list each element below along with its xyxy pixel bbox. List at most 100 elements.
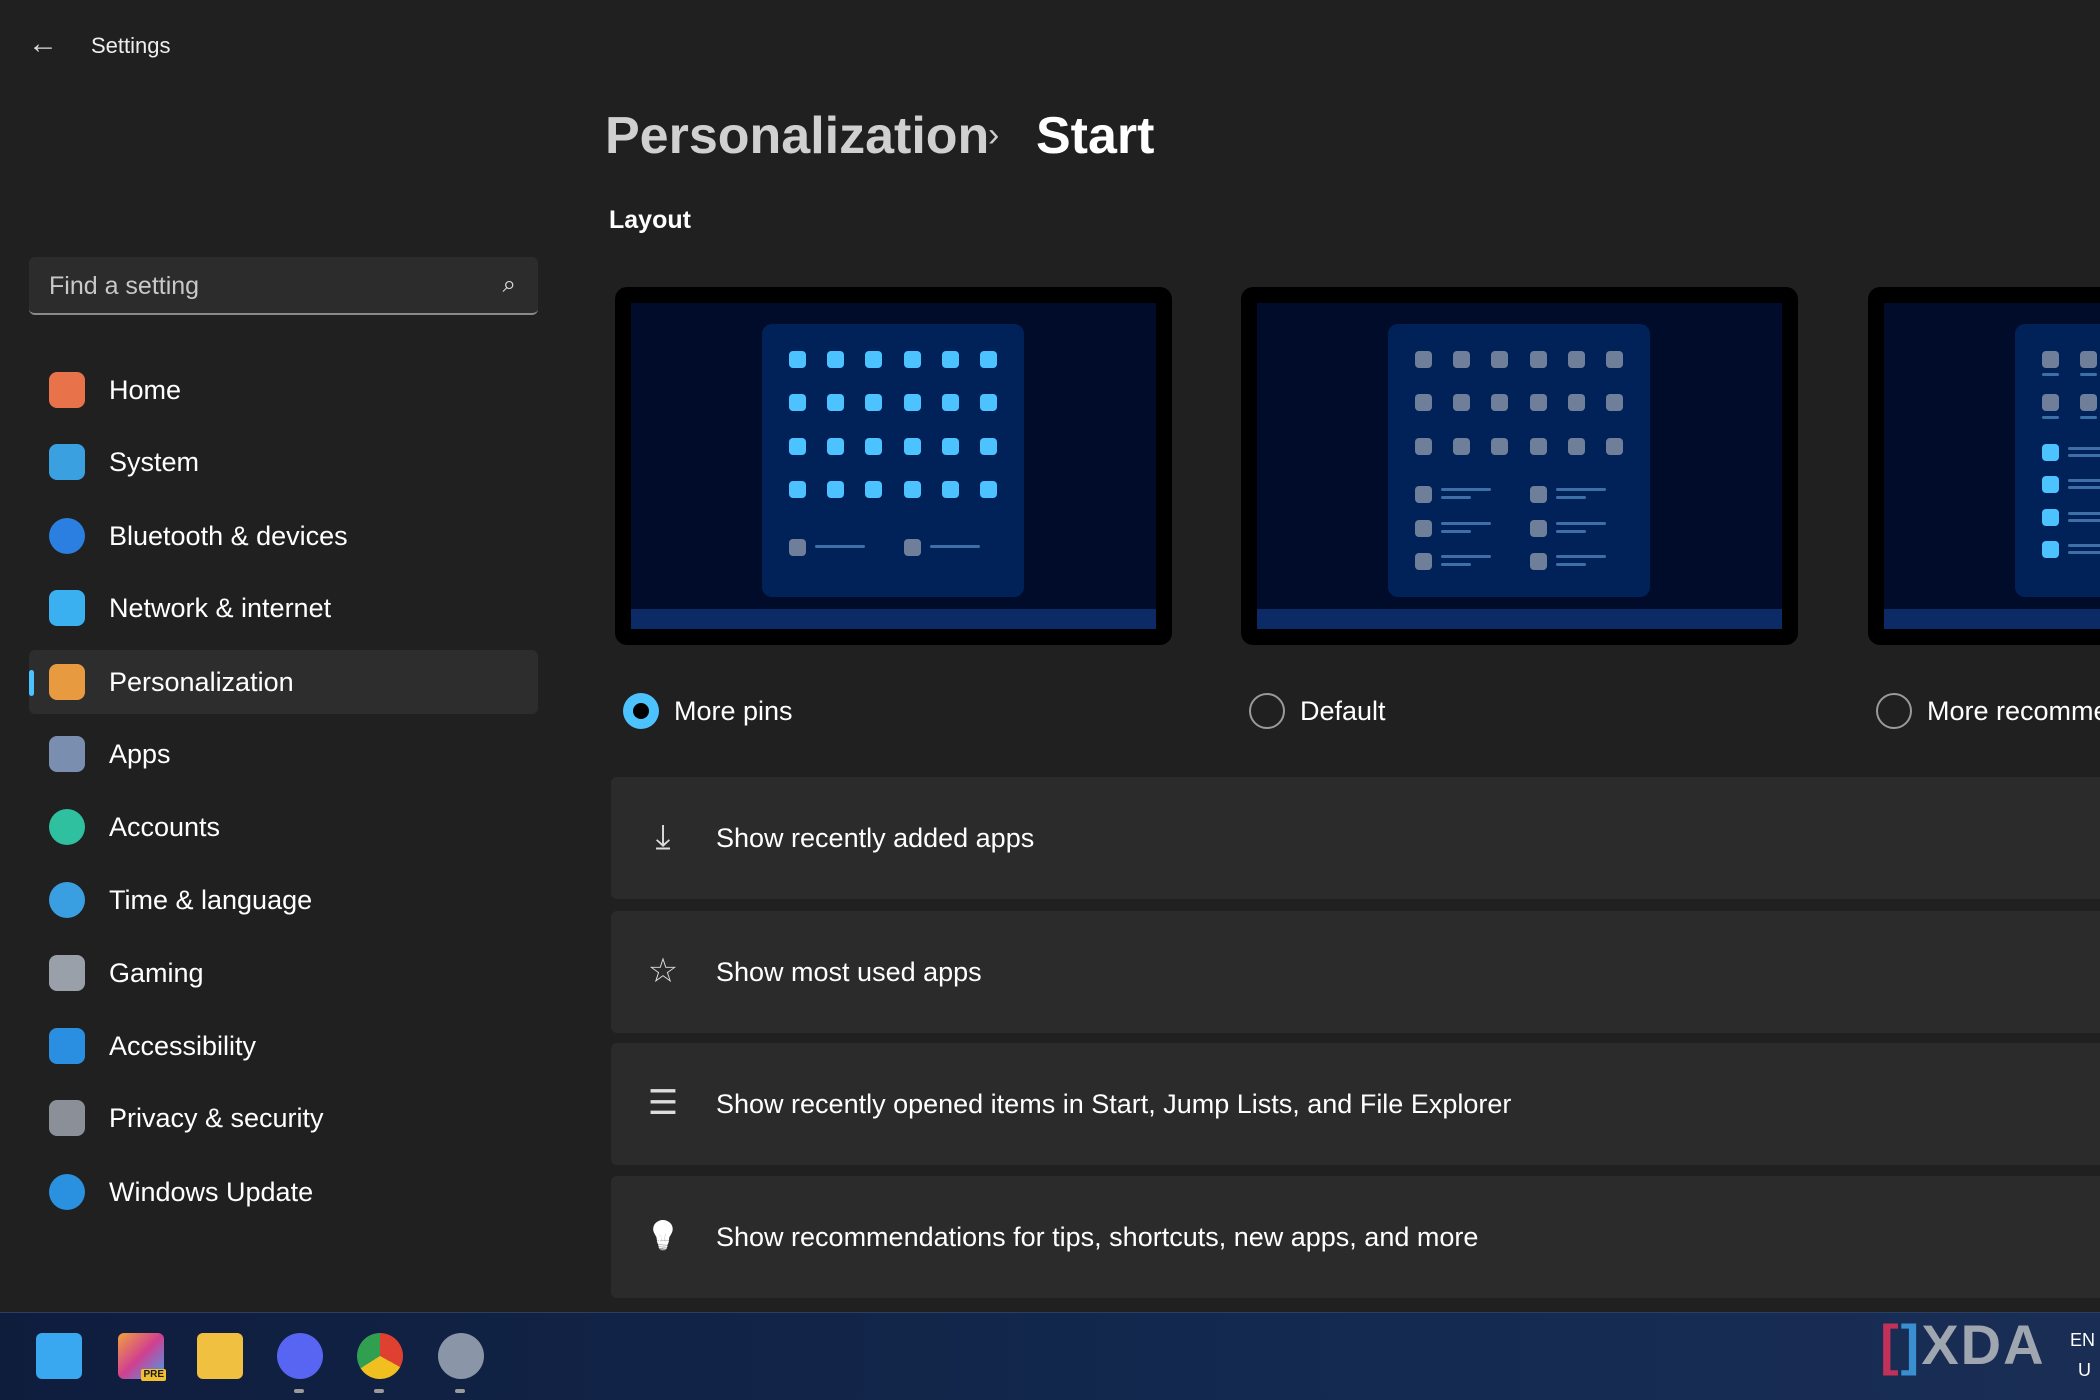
- sidebar-item-apps[interactable]: Apps: [29, 722, 538, 786]
- preview-tile: [865, 481, 882, 498]
- globe-clock-icon: [49, 882, 85, 918]
- sidebar-item-accessibility[interactable]: Accessibility: [29, 1014, 538, 1078]
- sidebar-item-gaming[interactable]: Gaming: [29, 941, 538, 1005]
- preview-tile: [789, 351, 806, 368]
- taskbar-copilot[interactable]: PRE: [118, 1333, 166, 1381]
- monitor-icon: [49, 444, 85, 480]
- search-input[interactable]: Find a setting ⌕: [29, 257, 538, 315]
- preview-line: [930, 545, 980, 548]
- sidebar-item-windows-update[interactable]: Windows Update: [29, 1160, 538, 1224]
- layout-preview-more-recommendations[interactable]: [1868, 287, 2100, 645]
- preview-tile: [789, 481, 806, 498]
- preview-tile: [789, 394, 806, 411]
- preview-line: [1441, 563, 1471, 566]
- preview-line: [2068, 551, 2100, 554]
- radio-label[interactable]: Default: [1300, 696, 1386, 727]
- taskbar-chrome[interactable]: [357, 1333, 403, 1393]
- accessibility-icon: [49, 1028, 85, 1064]
- radio-more-pins[interactable]: [623, 693, 659, 729]
- sidebar-item-time-language[interactable]: Time & language: [29, 868, 538, 932]
- radio-label[interactable]: More pins: [674, 696, 793, 727]
- preview-tile: [1453, 351, 1470, 368]
- brush-icon: [49, 664, 85, 700]
- preview-tile: [1453, 394, 1470, 411]
- preview-tile: [1568, 351, 1585, 368]
- gear-icon: [438, 1333, 484, 1379]
- preview-tile: [789, 438, 806, 455]
- sidebar-item-home[interactable]: Home: [29, 358, 538, 422]
- preview-line: [2068, 447, 2100, 450]
- layout-preview-more-pins[interactable]: [615, 287, 1172, 645]
- preview-tile: [827, 351, 844, 368]
- sidebar-item-label: Network & internet: [109, 593, 332, 623]
- preview-start-panel: [762, 324, 1024, 597]
- setting-row[interactable]: ⤓ Show recently added apps: [611, 777, 2100, 899]
- list-icon: ☰: [647, 1084, 679, 1122]
- preview-tile: [1530, 486, 1547, 503]
- preview-tile: [1491, 438, 1508, 455]
- setting-row[interactable]: ☰ Show recently opened items in Start, Ju…: [611, 1043, 2100, 1165]
- radio-more-recommendations[interactable]: [1876, 693, 1912, 729]
- setting-label: Show recommendations for tips, shortcuts…: [716, 1222, 1479, 1252]
- preview-tile: [1491, 351, 1508, 368]
- taskbar-start[interactable]: [36, 1333, 82, 1379]
- preview-line: [2080, 373, 2097, 376]
- preview-tile: [2042, 541, 2059, 558]
- taskbar: PRE: [0, 1312, 2100, 1400]
- preview-line: [2068, 519, 2100, 522]
- radio-default[interactable]: [1249, 693, 1285, 729]
- taskbar-discord[interactable]: [277, 1333, 323, 1393]
- setting-row[interactable]: 💡 Show recommendations for tips, shortcut…: [611, 1176, 2100, 1298]
- preview-tile: [1606, 351, 1623, 368]
- search-placeholder: Find a setting: [49, 272, 200, 300]
- preview-tile: [2042, 509, 2059, 526]
- app-title: Settings: [91, 33, 171, 58]
- layout-preview-default[interactable]: [1241, 287, 1798, 645]
- taskbar-file-explorer[interactable]: [197, 1333, 243, 1379]
- bluetooth-icon: [49, 518, 85, 554]
- preview-line: [2068, 454, 2100, 457]
- preview-tile: [904, 438, 921, 455]
- star-icon: ☆: [647, 952, 679, 990]
- sidebar-item-label: Personalization: [109, 667, 294, 697]
- preview-tile: [1415, 438, 1432, 455]
- sidebar-item-network-internet[interactable]: Network & internet: [29, 576, 538, 640]
- page-title: Start: [1036, 107, 1155, 165]
- sidebar-item-label: Home: [109, 375, 182, 405]
- breadcrumb-parent[interactable]: Personalization: [605, 106, 989, 166]
- apps-icon: [49, 736, 85, 772]
- preview-line: [1441, 522, 1491, 525]
- preview-tile: [942, 394, 959, 411]
- shield-icon: [49, 1100, 85, 1136]
- sidebar-item-privacy-security[interactable]: Privacy & security: [29, 1086, 538, 1150]
- preview-tile: [1415, 486, 1432, 503]
- taskbar-settings[interactable]: [438, 1333, 484, 1393]
- back-button[interactable]: ←: [28, 28, 60, 60]
- wifi-icon: [49, 590, 85, 626]
- setting-label: Show most used apps: [716, 957, 982, 987]
- preview-tile: [827, 438, 844, 455]
- radio-label[interactable]: More recomme: [1927, 696, 2100, 727]
- preview-line: [1556, 488, 1606, 491]
- preview-tile: [1453, 438, 1470, 455]
- sidebar-item-bluetooth-devices[interactable]: Bluetooth & devices: [29, 504, 538, 568]
- sidebar-item-label: Gaming: [109, 958, 204, 988]
- preview-line: [2042, 373, 2059, 376]
- running-indicator: [294, 1389, 304, 1393]
- sidebar-item-label: Time & language: [109, 885, 313, 915]
- sidebar-item-label: Apps: [109, 739, 171, 769]
- preview-line: [2080, 416, 2097, 419]
- sidebar-item-personalization[interactable]: Personalization: [29, 650, 538, 714]
- sidebar-item-system[interactable]: System: [29, 430, 538, 494]
- setting-row[interactable]: ☆ Show most used apps: [611, 911, 2100, 1033]
- language-indicator-region[interactable]: U: [2078, 1360, 2091, 1381]
- preview-screen: [1884, 303, 2100, 629]
- preview-line: [2068, 544, 2100, 547]
- sidebar-item-accounts[interactable]: Accounts: [29, 795, 538, 859]
- preview-tile: [865, 394, 882, 411]
- language-indicator[interactable]: EN: [2070, 1330, 2095, 1351]
- preview-tile: [827, 394, 844, 411]
- layout-heading: Layout: [609, 206, 691, 234]
- pre-badge: PRE: [141, 1369, 166, 1381]
- preview-tile: [1415, 520, 1432, 537]
